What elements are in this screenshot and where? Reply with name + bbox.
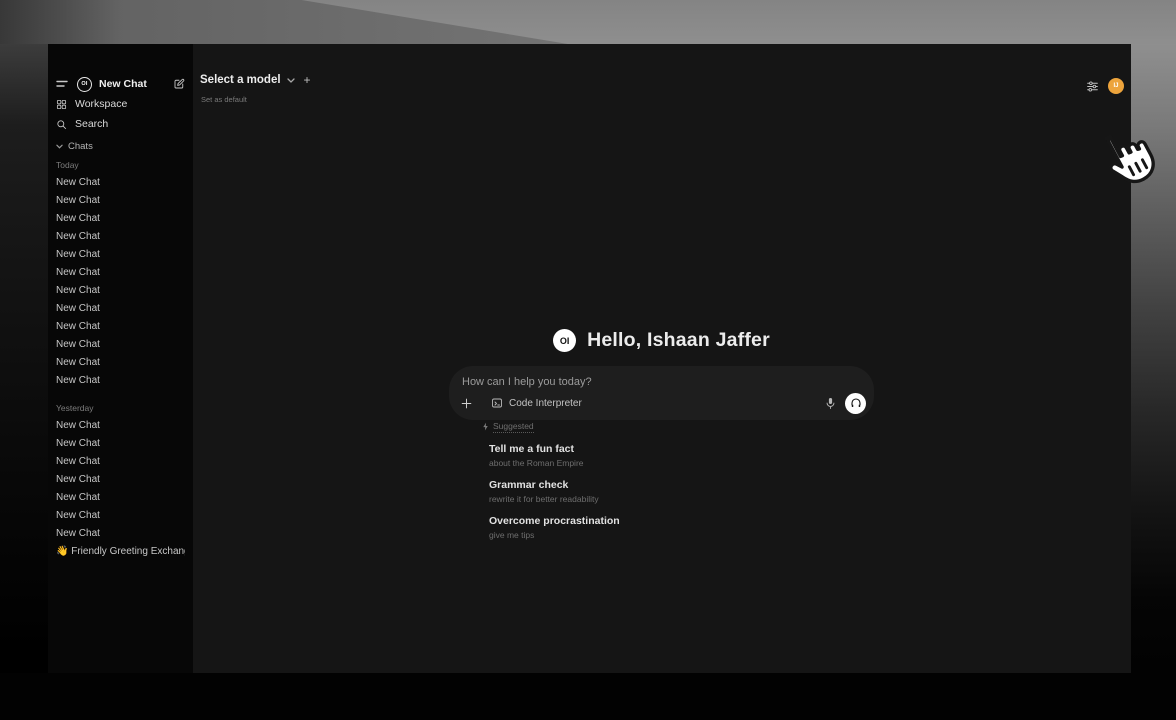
- chat-item[interactable]: New Chat: [56, 300, 185, 318]
- suggested-label: Suggested: [493, 421, 534, 433]
- code-interpreter-label: Code Interpreter: [509, 398, 582, 409]
- chat-item[interactable]: New Chat: [56, 453, 185, 471]
- chat-item[interactable]: New Chat: [56, 264, 185, 282]
- new-chat-icon[interactable]: [173, 78, 185, 90]
- suggestion-item[interactable]: Grammar check rewrite it for better read…: [449, 479, 874, 504]
- greeting: OI Hello, Ishaan Jaffer: [449, 329, 874, 352]
- chevron-down-icon: [56, 144, 63, 149]
- chat-item[interactable]: New Chat: [56, 228, 185, 246]
- chevron-down-icon: [287, 78, 295, 83]
- chat-item[interactable]: New Chat: [56, 354, 185, 372]
- suggestion-item[interactable]: Tell me a fun fact about the Roman Empir…: [449, 443, 874, 468]
- set-default-link[interactable]: Set as default: [201, 95, 247, 104]
- chat-input-placeholder: How can I help you today?: [462, 376, 592, 388]
- chat-item[interactable]: New Chat: [56, 525, 185, 543]
- chat-item[interactable]: New Chat: [56, 489, 185, 507]
- chat-item[interactable]: 👋 Friendly Greeting Exchange: [56, 543, 185, 561]
- headphones-icon: [850, 397, 862, 409]
- sidebar-item-search[interactable]: Search: [56, 115, 185, 133]
- chat-item[interactable]: New Chat: [56, 210, 185, 228]
- workspace-label: Workspace: [75, 98, 127, 110]
- sidebar-item-workspace[interactable]: Workspace: [56, 95, 185, 113]
- sidebar-title: New Chat: [99, 78, 173, 90]
- terminal-icon: [491, 397, 503, 409]
- sidebar-toggle-icon[interactable]: [56, 79, 68, 89]
- wallpaper-top-left-shade: [0, 0, 120, 46]
- search-icon: [56, 119, 67, 130]
- chat-item[interactable]: New Chat: [56, 372, 185, 390]
- suggestion-title: Tell me a fun fact: [489, 443, 874, 455]
- user-avatar[interactable]: IJ: [1108, 78, 1124, 94]
- chat-group-label: Yesterday: [56, 402, 185, 414]
- wallpaper-left: [0, 44, 48, 720]
- chat-item[interactable]: New Chat: [56, 435, 185, 453]
- greeting-text: Hello, Ishaan Jaffer: [587, 329, 770, 352]
- microphone-icon[interactable]: [825, 397, 836, 410]
- chat-item[interactable]: New Chat: [56, 174, 185, 192]
- suggestion-title: Grammar check: [489, 479, 874, 491]
- model-selector[interactable]: Select a model +: [200, 73, 311, 87]
- controls-sliders-icon[interactable]: [1086, 80, 1099, 93]
- suggested-section: Suggested Tell me a fun fact about the R…: [449, 421, 874, 540]
- suggestion-title: Overcome procrastination: [489, 515, 874, 527]
- suggested-header: Suggested: [449, 421, 874, 432]
- chat-item[interactable]: New Chat: [56, 318, 185, 336]
- desktop: OI New Chat Workspace: [0, 0, 1176, 720]
- app-window: OI New Chat Workspace: [48, 44, 1131, 673]
- wallpaper-bottom: [0, 673, 1176, 720]
- model-selector-label: Select a model: [200, 74, 281, 86]
- chat-item[interactable]: New Chat: [56, 471, 185, 489]
- chat-groups: TodayNew ChatNew ChatNew ChatNew ChatNew…: [56, 159, 185, 561]
- suggestion-item[interactable]: Overcome procrastination give me tips: [449, 515, 874, 540]
- chat-item[interactable]: New Chat: [56, 246, 185, 264]
- suggestion-subtitle: give me tips: [489, 530, 874, 540]
- chats-section-label: Chats: [68, 141, 93, 152]
- search-label: Search: [75, 118, 108, 130]
- suggestion-subtitle: about the Roman Empire: [489, 458, 874, 468]
- chat-item[interactable]: New Chat: [56, 282, 185, 300]
- chat-item[interactable]: New Chat: [56, 507, 185, 525]
- code-interpreter-toggle[interactable]: Code Interpreter: [491, 397, 582, 409]
- add-model-button[interactable]: +: [304, 73, 311, 87]
- sidebar: OI New Chat Workspace: [48, 44, 193, 673]
- chat-item[interactable]: New Chat: [56, 417, 185, 435]
- suggestion-subtitle: rewrite it for better readability: [489, 494, 874, 504]
- voice-call-button[interactable]: [845, 393, 866, 414]
- chat-item[interactable]: New Chat: [56, 192, 185, 210]
- sidebar-header: OI New Chat: [56, 75, 185, 93]
- app-logo-icon: OI: [77, 77, 92, 92]
- sparkle-bolt-icon: [482, 422, 489, 431]
- chat-input-box[interactable]: How can I help you today?: [449, 366, 874, 420]
- main-area: Select a model + Set as default IJ: [193, 44, 1131, 673]
- topbar-right: IJ: [1086, 78, 1124, 94]
- workspace-icon: [56, 99, 67, 110]
- app-logo-icon: OI: [553, 329, 576, 352]
- chat-group-label: Today: [56, 159, 185, 171]
- input-toolbar: Code Interpreter: [460, 392, 866, 414]
- chats-section-toggle[interactable]: Chats: [56, 138, 185, 154]
- attach-plus-icon[interactable]: [460, 397, 473, 410]
- chat-item[interactable]: New Chat: [56, 336, 185, 354]
